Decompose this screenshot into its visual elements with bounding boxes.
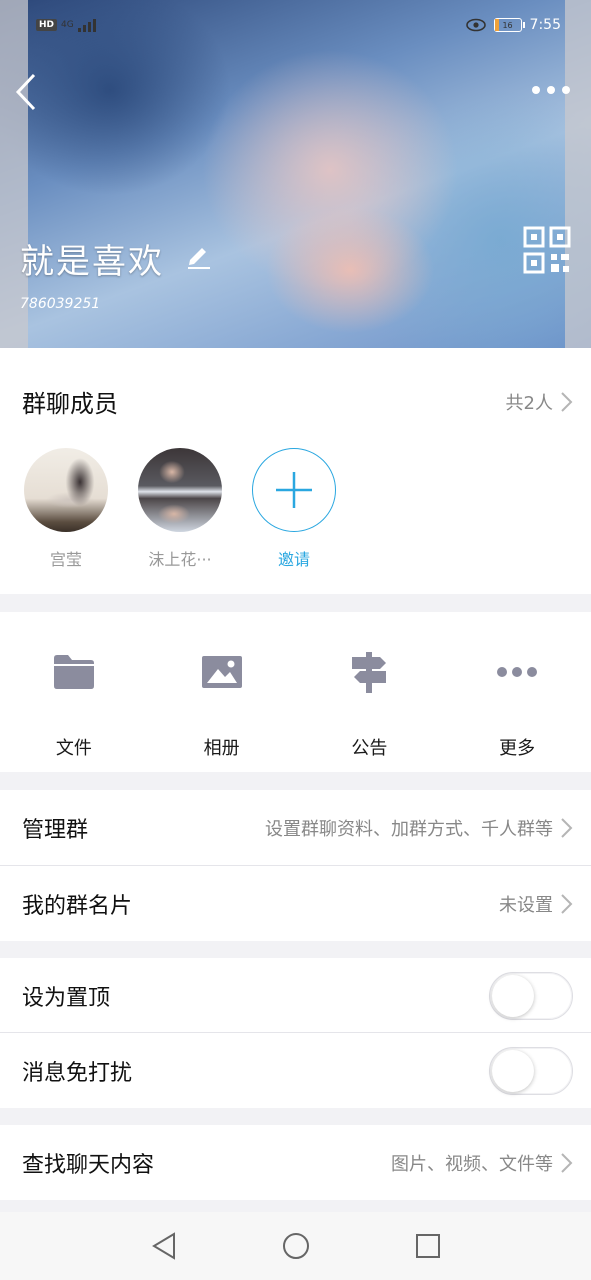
- signal-icon: [77, 18, 96, 32]
- search-chat-label: 查找聊天内容: [22, 1152, 155, 1178]
- group-header: HD 4G 16 7:55 就是喜欢 786039251: [0, 0, 591, 348]
- invite-button[interactable]: 邀请: [252, 448, 336, 570]
- chevron-left-icon: [15, 73, 36, 111]
- header-edge-right: [565, 0, 591, 348]
- files-button[interactable]: 文件: [0, 612, 148, 772]
- status-time: 7:55: [529, 17, 561, 33]
- back-button[interactable]: [12, 70, 40, 114]
- qr-code-icon: [523, 226, 571, 274]
- avatar: [24, 448, 108, 532]
- circle-home-icon: [282, 1233, 309, 1259]
- signpost-icon: [352, 652, 387, 693]
- manage-group-label: 管理群: [22, 817, 89, 843]
- do-not-disturb-row: 消息免打扰: [0, 1033, 591, 1108]
- members-header[interactable]: 群聊成员 共2人: [22, 384, 573, 419]
- members-count: 共2人: [505, 392, 553, 414]
- pin-top-label: 设为置顶: [22, 985, 111, 1011]
- member-item[interactable]: 宫莹: [24, 448, 108, 570]
- chevron-right-icon: [561, 1152, 573, 1173]
- manage-group-row[interactable]: 管理群 设置群聊资料、加群方式、千人群等: [0, 790, 591, 865]
- edit-name-button[interactable]: [184, 240, 214, 270]
- member-item[interactable]: 沫上花···: [138, 448, 222, 570]
- more-button[interactable]: 更多: [443, 612, 591, 772]
- battery-icon: 16: [493, 18, 525, 32]
- files-label: 文件: [55, 738, 92, 759]
- search-chat-value: 图片、视频、文件等: [391, 1153, 553, 1175]
- toggle-knob: [492, 974, 534, 1017]
- member-name: 宫莹: [49, 550, 82, 569]
- nav-home-button[interactable]: [276, 1226, 316, 1266]
- group-id: 786039251: [20, 296, 101, 312]
- add-member-circle: [252, 448, 336, 532]
- announcement-button[interactable]: 公告: [296, 612, 444, 772]
- nav-back-button[interactable]: [144, 1226, 184, 1266]
- album-button[interactable]: 相册: [148, 612, 296, 772]
- do-not-disturb-toggle[interactable]: [489, 1046, 573, 1095]
- my-group-card-value: 未设置: [499, 894, 553, 916]
- chevron-right-icon: [561, 893, 573, 914]
- more-options-button[interactable]: [529, 76, 573, 104]
- more-dots-icon: [532, 86, 570, 94]
- status-bar: HD 4G 16 7:55: [36, 12, 561, 38]
- more-label: 更多: [499, 738, 536, 759]
- search-chat-row[interactable]: 查找聊天内容 图片、视频、文件等: [0, 1125, 591, 1200]
- pencil-icon: [188, 248, 210, 269]
- pin-top-toggle[interactable]: [489, 971, 573, 1020]
- invite-label: 邀请: [277, 550, 310, 569]
- group-name: 就是喜欢: [20, 242, 164, 282]
- image-icon: [201, 656, 242, 688]
- manage-group-value: 设置群聊资料、加群方式、千人群等: [265, 818, 553, 840]
- member-name: 沫上花···: [148, 550, 212, 569]
- system-nav-bar: [0, 1212, 591, 1280]
- plus-icon: [276, 472, 312, 508]
- eye-comfort-icon: [465, 18, 486, 32]
- more-dots-icon: [497, 667, 538, 677]
- square-recents-icon: [415, 1234, 440, 1258]
- quick-actions: 文件 相册 公告 更多: [0, 612, 591, 772]
- hd-badge: HD: [36, 19, 58, 31]
- member-list: 宫莹 沫上花··· 邀请: [24, 448, 336, 570]
- my-group-card-label: 我的群名片: [22, 893, 133, 919]
- pin-top-row: 设为置顶: [0, 958, 591, 1033]
- album-label: 相册: [203, 738, 240, 759]
- folder-icon: [53, 655, 94, 689]
- announcement-label: 公告: [351, 738, 388, 759]
- group-members-section: 群聊成员 共2人 宫莹 沫上花··· 邀请: [0, 348, 591, 594]
- members-title: 群聊成员: [22, 390, 118, 418]
- network-type: 4G: [61, 19, 74, 30]
- triangle-back-icon: [151, 1232, 175, 1260]
- avatar: [138, 448, 222, 532]
- toggle-knob: [492, 1049, 534, 1092]
- qr-code-button[interactable]: [523, 226, 571, 274]
- nav-recents-button[interactable]: [408, 1226, 448, 1266]
- do-not-disturb-label: 消息免打扰: [22, 1060, 133, 1086]
- my-group-card-row[interactable]: 我的群名片 未设置: [0, 866, 591, 941]
- chevron-right-icon: [561, 391, 573, 412]
- chevron-right-icon: [561, 817, 573, 838]
